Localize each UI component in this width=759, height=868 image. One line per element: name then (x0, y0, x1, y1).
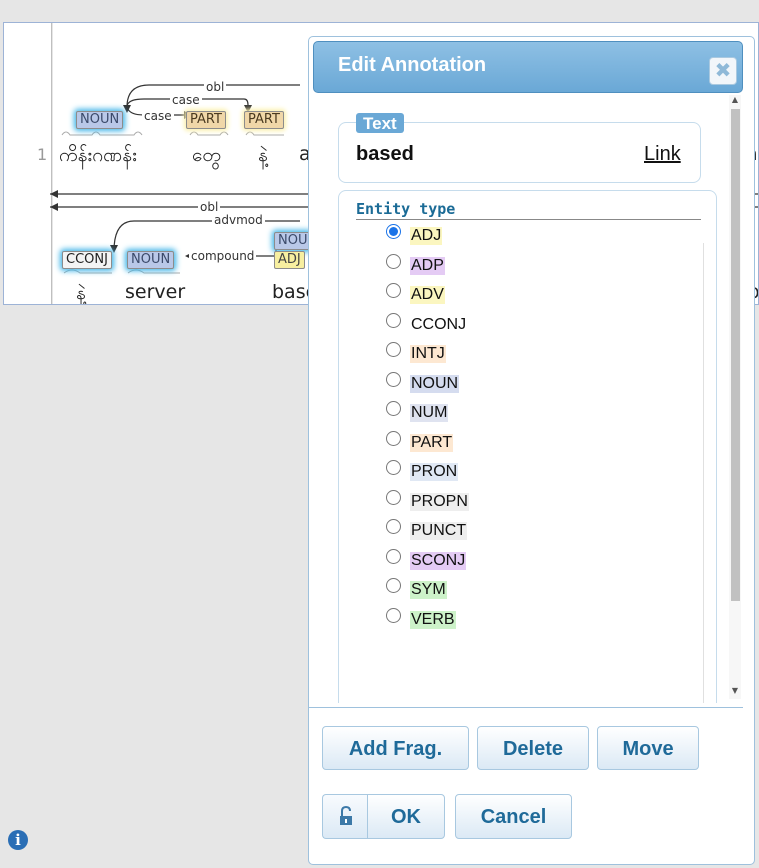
arc-label[interactable]: compound (189, 250, 257, 262)
entity-type-fieldset: Entity type ADJ ADP ADV CCONJ INTJ NOUN … (338, 190, 717, 703)
arc-label[interactable]: obl (198, 201, 221, 213)
add-frag-button[interactable]: Add Frag. (322, 726, 469, 770)
dialog-title-bar[interactable]: Edit Annotation ✖ (313, 41, 743, 93)
entity-radio-adv[interactable] (386, 283, 401, 298)
entity-type-heading: Entity type (356, 200, 701, 220)
entity-label-verb: VERB (410, 610, 456, 629)
entity-radio-intj[interactable] (386, 342, 401, 357)
entity-radio-sconj[interactable] (386, 548, 401, 564)
scrollbar-thumb[interactable] (731, 109, 740, 601)
entity-label-adp: ADP (410, 256, 445, 275)
pos-tag-noun[interactable]: NOUN (76, 111, 124, 129)
edit-annotation-dialog: Edit Annotation ✖ Text based Link Entity… (308, 36, 755, 865)
entity-radio-adp[interactable] (386, 253, 401, 269)
arc-label[interactable]: case (142, 110, 174, 122)
entity-label-sconj: SCONJ (410, 551, 467, 570)
entity-radio-noun[interactable] (386, 371, 401, 387)
entity-label-num: NUM (410, 404, 449, 422)
entity-label-punct: PUNCT (410, 522, 468, 540)
token[interactable]: တွေ (192, 143, 221, 171)
entity-radio-punct[interactable] (386, 519, 401, 534)
token[interactable]: ကိန်းဂဏန်း (59, 143, 137, 171)
entity-label-cconj: CCONJ (410, 315, 468, 334)
entity-radio-sym[interactable] (386, 578, 401, 593)
scroll-up-icon[interactable]: ▲ (730, 95, 740, 104)
pos-tag-part[interactable]: PART (186, 111, 226, 129)
entity-label-pron: PRON (410, 463, 459, 481)
scroll-down-icon[interactable]: ▼ (730, 686, 740, 695)
token[interactable]: နဲ့ (76, 281, 86, 304)
pos-tag-cconj[interactable]: CCONJ (62, 251, 112, 269)
entity-radio-num[interactable] (386, 401, 401, 416)
entity-label-intj: INTJ (410, 345, 446, 363)
pos-tag-adj[interactable]: ADJ (274, 251, 305, 269)
entity-radio-propn[interactable] (386, 489, 401, 505)
entity-label-noun: NOUN (410, 374, 460, 393)
cancel-button[interactable]: Cancel (455, 794, 572, 839)
entity-radio-verb[interactable] (386, 607, 401, 623)
entity-label-adj: ADJ (410, 227, 443, 245)
ok-button[interactable]: OK (367, 794, 445, 839)
text-legend: Text (356, 113, 404, 133)
entity-radio-adj[interactable] (386, 224, 401, 239)
unlock-icon (340, 805, 352, 825)
arc-label[interactable]: advmod (212, 214, 265, 226)
close-button[interactable]: ✖ (709, 57, 737, 85)
dialog-title: Edit Annotation (338, 54, 487, 76)
pos-tag-noun[interactable]: NOUN (127, 251, 175, 269)
entity-label-part: PART (410, 433, 454, 452)
pos-tag-part[interactable]: PART (244, 111, 284, 129)
close-icon: ✖ (714, 58, 732, 82)
delete-button[interactable]: Delete (477, 726, 589, 770)
arc-label[interactable]: obl (204, 81, 227, 93)
selected-text: based (356, 143, 414, 165)
dialog-scrollbar[interactable]: ▲ ▼ (729, 95, 741, 699)
info-icon[interactable]: i (8, 830, 28, 850)
entity-label-propn: PROPN (410, 492, 469, 511)
link[interactable]: Link (644, 143, 681, 166)
token[interactable]: server (125, 281, 185, 303)
entity-radio-part[interactable] (386, 430, 401, 446)
dialog-content: Text based Link Entity type ADJ ADP ADV (313, 93, 741, 703)
arc-label[interactable]: case (170, 94, 202, 106)
token[interactable]: နဲ့ (258, 143, 268, 171)
lock-button[interactable] (322, 794, 367, 839)
move-button[interactable]: Move (597, 726, 699, 770)
entity-label-adv: ADV (410, 286, 445, 304)
pos-tag-noun[interactable]: NOU (274, 232, 312, 250)
entity-radio-pron[interactable] (386, 460, 401, 475)
entity-label-sym: SYM (410, 581, 447, 599)
entity-radio-cconj[interactable] (386, 312, 401, 328)
text-fieldset: Text based Link (338, 113, 701, 183)
